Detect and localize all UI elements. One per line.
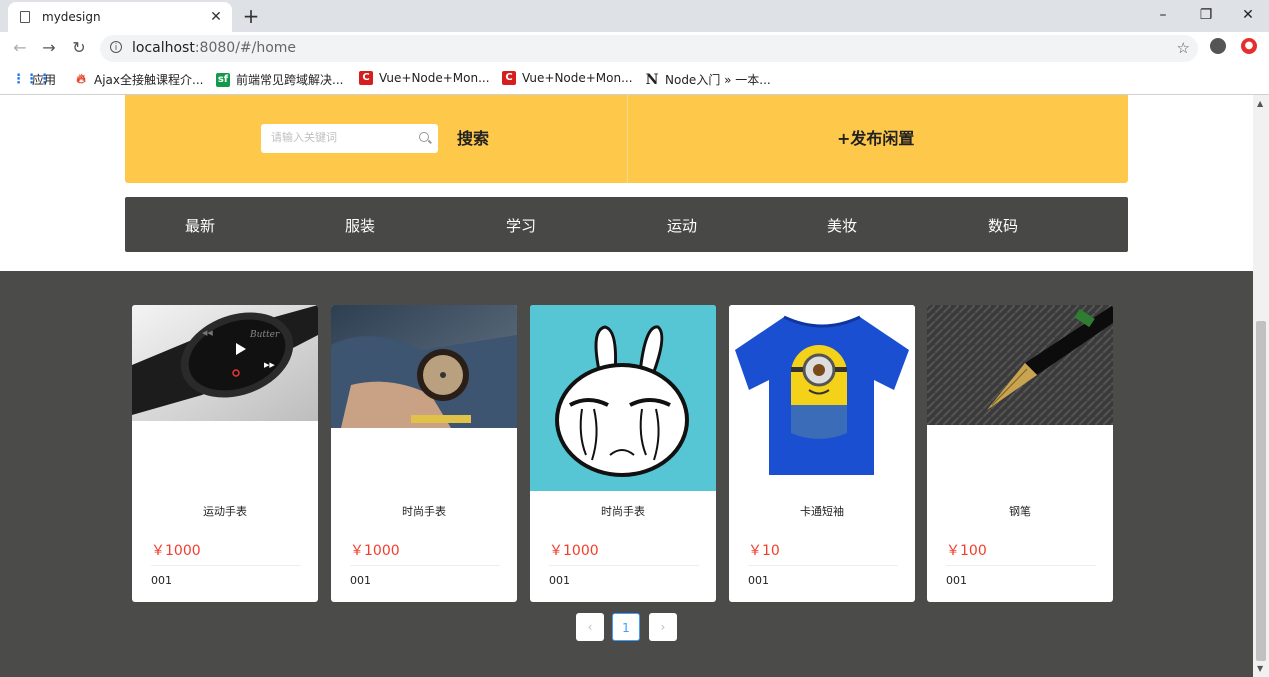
bookmark-apps[interactable]: ⋮⋮⋮ 应用: [12, 71, 56, 88]
product-name: 运动手表: [203, 505, 247, 518]
forward-icon[interactable]: →: [37, 36, 61, 60]
bookmark-vue-node-2[interactable]: C Vue+Node+Mon...: [502, 71, 633, 85]
bookmark-segmentfault[interactable]: sf 前端常见跨域解决...: [216, 71, 343, 88]
page-1-button[interactable]: 1: [612, 613, 640, 641]
page-viewport: 搜索 +发布闲置 最新 服装 学习 运动 美妆 数码 ◀◀ ▶▶: [0, 95, 1253, 677]
restore-icon[interactable]: ❐: [1186, 0, 1226, 30]
scrollbar-thumb[interactable]: [1256, 321, 1266, 661]
svg-text:Butter: Butter: [249, 330, 280, 340]
product-card[interactable]: ◀◀ ▶▶ Butter 运动手表 ￥1000 001: [132, 305, 318, 602]
product-image-smartwatch[interactable]: ◀◀ ▶▶ Butter: [132, 305, 318, 421]
product-card[interactable]: 卡通短袖 ￥10 001: [729, 305, 915, 602]
product-name: 卡通短袖: [800, 505, 844, 518]
browser-tab[interactable]: mydesign ✕: [8, 2, 232, 32]
n-logo-icon: N: [645, 71, 659, 88]
apps-grid-icon: ⋮⋮⋮: [12, 71, 51, 87]
search-input[interactable]: [269, 130, 413, 145]
bookmark-node-intro[interactable]: N Node入门 » 一本...: [645, 71, 771, 88]
product-image-fountain-pen[interactable]: [927, 305, 1113, 425]
product-name: 时尚手表: [402, 505, 446, 518]
product-image-crying-rabbit[interactable]: [530, 305, 716, 491]
category-study[interactable]: 学习: [506, 215, 536, 236]
page-scrollbar[interactable]: ▲ ▼: [1253, 95, 1269, 677]
category-sports[interactable]: 运动: [667, 215, 697, 236]
segmentfault-icon: sf: [216, 72, 230, 87]
bookmark-vue-node-1[interactable]: C Vue+Node+Mon...: [359, 71, 490, 85]
close-tab-icon[interactable]: ✕: [206, 9, 226, 25]
back-icon[interactable]: ←: [8, 36, 32, 60]
search-button[interactable]: 搜索: [457, 125, 489, 149]
product-card[interactable]: 钢笔 ￥100 001: [927, 305, 1113, 602]
csdn-icon: C: [502, 71, 516, 85]
hero-banner: 搜索 +发布闲置: [125, 95, 1128, 183]
minimize-icon[interactable]: –: [1143, 0, 1183, 30]
address-bar[interactable]: i localhost:8080/#/home ☆: [100, 35, 1198, 62]
bookmarks-bar: ⋮⋮⋮ 应用 🔥︎ Ajax全接触课程介... sf 前端常见跨域解决... C…: [0, 65, 1269, 95]
scroll-down-icon[interactable]: ▼: [1257, 664, 1263, 673]
product-code: 001: [748, 574, 769, 587]
hero-divider: [627, 95, 628, 183]
csdn-icon: C: [359, 71, 373, 85]
product-price: ￥100: [946, 543, 987, 559]
product-price: ￥1000: [549, 543, 599, 559]
product-image-wristwatch[interactable]: [331, 305, 517, 428]
category-beauty[interactable]: 美妆: [827, 215, 857, 236]
tab-title: mydesign: [42, 10, 101, 24]
product-name: 时尚手表: [601, 505, 645, 518]
product-card[interactable]: 时尚手表 ￥1000 001: [530, 305, 716, 602]
product-price: ￥1000: [350, 543, 400, 559]
page-icon: [20, 11, 30, 23]
account-icon[interactable]: [1210, 38, 1226, 54]
product-list-area: ◀◀ ▶▶ Butter 运动手表 ￥1000 001 时尚手表 ￥1000 0…: [0, 271, 1253, 677]
product-price: ￥1000: [151, 543, 201, 559]
product-code: 001: [151, 574, 172, 587]
browser-toolbar: ← → ↻ i localhost:8080/#/home ☆: [0, 32, 1269, 65]
reload-icon[interactable]: ↻: [67, 36, 91, 60]
prev-page-button[interactable]: ‹: [576, 613, 604, 641]
category-digital[interactable]: 数码: [988, 215, 1018, 236]
divider: [151, 565, 301, 566]
product-image-minion-tshirt[interactable]: [729, 305, 915, 491]
product-code: 001: [946, 574, 967, 587]
new-tab-button[interactable]: +: [240, 4, 262, 28]
extension-icon[interactable]: ●: [1241, 38, 1257, 54]
bookmark-ajax[interactable]: 🔥︎ Ajax全接触课程介...: [74, 71, 203, 88]
svg-text:▶▶: ▶▶: [264, 361, 275, 369]
divider: [549, 565, 699, 566]
product-price: ￥10: [748, 543, 780, 559]
category-latest[interactable]: 最新: [185, 215, 215, 236]
bookmark-star-icon[interactable]: ☆: [1177, 39, 1190, 57]
url-text: localhost:8080/#/home: [132, 40, 297, 56]
category-nav: 最新 服装 学习 运动 美妆 数码: [125, 197, 1128, 252]
divider: [350, 565, 500, 566]
next-page-button[interactable]: ›: [649, 613, 677, 641]
divider: [748, 565, 898, 566]
browser-tab-bar: mydesign ✕ + – ❐ ✕: [0, 0, 1269, 32]
product-name: 钢笔: [1009, 505, 1031, 518]
info-icon[interactable]: i: [110, 41, 122, 53]
flame-icon: 🔥︎: [76, 71, 86, 87]
svg-text:◀◀: ◀◀: [202, 329, 213, 337]
search-field[interactable]: [261, 124, 438, 153]
close-window-icon[interactable]: ✕: [1228, 0, 1268, 30]
scroll-up-icon[interactable]: ▲: [1257, 99, 1263, 108]
product-code: 001: [350, 574, 371, 587]
product-code: 001: [549, 574, 570, 587]
publish-button[interactable]: +发布闲置: [837, 125, 914, 149]
search-icon[interactable]: [419, 132, 429, 142]
divider: [946, 565, 1096, 566]
category-clothing[interactable]: 服装: [345, 215, 375, 236]
product-card[interactable]: 时尚手表 ￥1000 001: [331, 305, 517, 602]
